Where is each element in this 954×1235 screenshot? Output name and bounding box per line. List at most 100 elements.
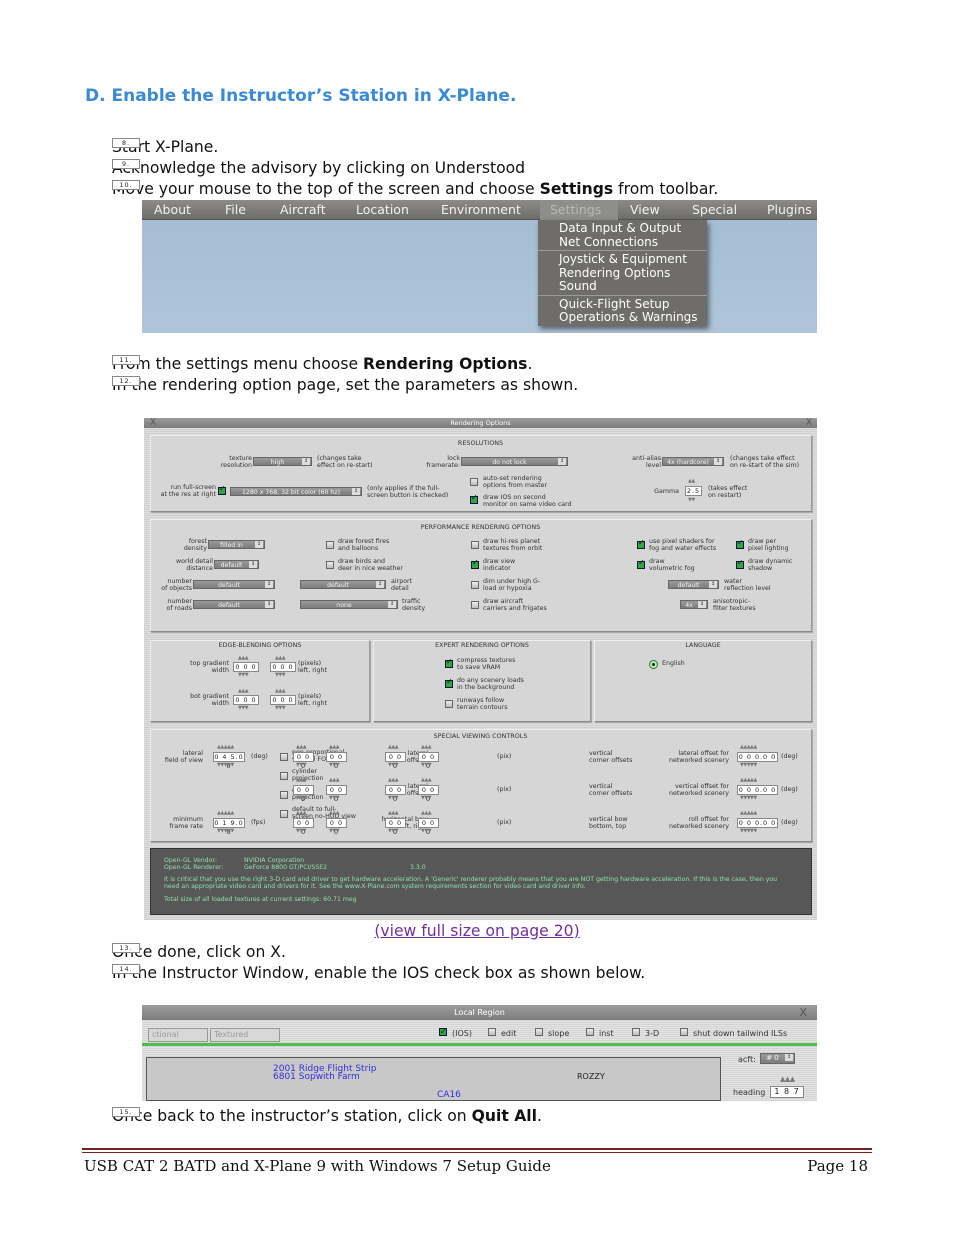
gamma-down-arrows[interactable]: ▼▼ bbox=[688, 498, 695, 503]
menu-item-joystick[interactable]: Joystick & Equipment bbox=[559, 252, 707, 267]
fov-input[interactable]: 0 4 5.0 0 bbox=[213, 752, 245, 770]
close-icon[interactable]: X bbox=[150, 418, 156, 428]
non-proportional-checkbox[interactable] bbox=[280, 753, 288, 761]
offset-input[interactable]: 0 0 0 bbox=[293, 818, 314, 836]
texture-resolution-dropdown[interactable]: high bbox=[253, 457, 312, 466]
dim-g-load-checkbox[interactable] bbox=[471, 581, 479, 589]
traffic-density-dropdown[interactable]: none bbox=[300, 600, 398, 609]
bot-gradient-right-input[interactable]: 0 0 0 bbox=[270, 695, 296, 705]
birds-checkbox[interactable] bbox=[326, 561, 334, 569]
pixel-shaders-checkbox[interactable] bbox=[637, 540, 645, 549]
anisotropic-dropdown[interactable]: 4x bbox=[680, 600, 708, 609]
menu-file[interactable]: File bbox=[225, 202, 246, 217]
gamma-input[interactable]: 2.5 bbox=[685, 486, 702, 496]
compress-textures-checkbox[interactable] bbox=[445, 659, 453, 668]
offset-input[interactable]: 0 0 0 bbox=[293, 785, 314, 803]
offset-input[interactable]: 0 0 0 bbox=[418, 752, 439, 770]
carriers-checkbox[interactable] bbox=[471, 601, 479, 609]
offset-input[interactable]: 0 0 0 bbox=[385, 818, 406, 836]
offset-input[interactable]: 0 0 0 bbox=[385, 752, 406, 770]
sectional-tab[interactable]: ctional bbox=[148, 1028, 208, 1042]
forest-density-dropdown[interactable]: filled in bbox=[208, 540, 265, 549]
no-hud-checkbox[interactable] bbox=[280, 810, 288, 818]
english-radio[interactable] bbox=[649, 660, 658, 669]
forest-fires-checkbox[interactable] bbox=[326, 541, 334, 549]
volumetric-fog-checkbox[interactable] bbox=[637, 560, 645, 569]
menu-item-operations-warnings[interactable]: Operations & Warnings bbox=[559, 310, 707, 325]
section-heading: D. Enable the Instructor’s Station in X-… bbox=[85, 86, 517, 106]
network-offset-input[interactable]: 0 0 0.0 0 bbox=[737, 752, 778, 762]
english-label: English bbox=[662, 660, 685, 667]
draw-ios-checkbox[interactable] bbox=[470, 495, 478, 504]
min-frame-rate-input[interactable]: 0 1 9.0 0 bbox=[213, 818, 245, 836]
runways-follow-checkbox[interactable] bbox=[445, 700, 453, 708]
objects-dropdown[interactable]: default bbox=[193, 580, 275, 589]
fov-label: lateral field of view bbox=[164, 750, 203, 764]
anisotropic-label: anisotropic- filter textures bbox=[713, 598, 756, 612]
offset-input[interactable]: 0 0 0 bbox=[326, 752, 347, 770]
menu-item-rendering-options[interactable]: Rendering Options bbox=[559, 266, 707, 281]
cylinder-checkbox[interactable] bbox=[280, 772, 288, 780]
min-frame-rate-label: minimum frame rate bbox=[169, 816, 203, 830]
offset-input[interactable]: 0 0 0 bbox=[385, 785, 406, 803]
heading-input[interactable]: 1 8 7 bbox=[770, 1086, 804, 1098]
step-14: 14. In the Instructor Window, enable the … bbox=[112, 964, 646, 982]
view-full-size-link[interactable]: (view full size on page 20) bbox=[0, 922, 954, 940]
background-loads-checkbox[interactable] bbox=[445, 679, 453, 688]
dome-checkbox[interactable] bbox=[280, 791, 288, 799]
map-view[interactable]: 2001 Ridge Flight Strip 6801 Sopwith Far… bbox=[146, 1057, 721, 1101]
airport-detail-dropdown[interactable]: default bbox=[300, 580, 386, 589]
top-gradient-right-input[interactable]: 0 0 0 bbox=[270, 662, 296, 672]
lock-framerate-dropdown[interactable]: do not lock bbox=[461, 457, 568, 466]
gamma-up-arrows[interactable]: ▲▲ bbox=[688, 479, 695, 484]
menu-item-sound[interactable]: Sound bbox=[559, 279, 707, 294]
menu-view[interactable]: View bbox=[630, 202, 660, 217]
offset-input[interactable]: 0 0 0 bbox=[418, 785, 439, 803]
performance-header: PERFORMANCE RENDERING OPTIONS bbox=[420, 523, 541, 531]
world-detail-dropdown[interactable]: default bbox=[214, 560, 259, 569]
menu-plugins[interactable]: Plugins bbox=[767, 202, 812, 217]
close-icon[interactable]: X bbox=[799, 1006, 807, 1019]
menu-item-net-connections[interactable]: Net Connections bbox=[559, 235, 707, 250]
view-indicator-checkbox[interactable] bbox=[471, 560, 479, 569]
inst-checkbox[interactable] bbox=[586, 1028, 594, 1036]
menu-location[interactable]: Location bbox=[356, 202, 409, 217]
close-icon[interactable]: X bbox=[806, 418, 812, 428]
dynamic-shadow-checkbox[interactable] bbox=[736, 560, 744, 569]
menu-about[interactable]: About bbox=[154, 202, 191, 217]
menu-special[interactable]: Special bbox=[692, 202, 737, 217]
network-offset-input[interactable]: 0 0 0.0 0 bbox=[737, 818, 778, 828]
bot-gradient-left-input[interactable]: 0 0 0 bbox=[233, 695, 259, 705]
water-reflection-dropdown[interactable]: default bbox=[668, 580, 719, 589]
offset-input[interactable]: 0 0 0 bbox=[293, 752, 314, 770]
auto-set-checkbox[interactable] bbox=[470, 478, 478, 486]
menu-settings[interactable]: Settings bbox=[550, 202, 601, 217]
shut-down-tailwind-ilss-checkbox[interactable] bbox=[680, 1028, 688, 1036]
full-screen-label: run full-screen at the res at right bbox=[160, 484, 216, 498]
ios-checkbox[interactable] bbox=[439, 1027, 447, 1036]
menu-item-data-input-output[interactable]: Data Input & Output bbox=[559, 221, 707, 236]
acft-dropdown[interactable]: # 0 bbox=[760, 1053, 795, 1064]
network-offset-input[interactable]: 0 0 0.0 0 bbox=[737, 785, 778, 795]
top-gradient-left-input[interactable]: 0 0 0 bbox=[233, 662, 259, 672]
textured-tab[interactable]: Textured bbox=[210, 1028, 280, 1042]
offset-input[interactable]: 0 0 0 bbox=[326, 818, 347, 836]
menu-item-quick-flight[interactable]: Quick-Flight Setup bbox=[559, 297, 707, 312]
edit-checkbox[interactable] bbox=[488, 1028, 496, 1036]
resolution-dropdown[interactable]: 1280 x 768, 32 bit color (60 hz) bbox=[230, 487, 362, 496]
offset-input[interactable]: 0 0 0 bbox=[326, 785, 347, 803]
roads-dropdown[interactable]: default bbox=[193, 600, 275, 609]
full-screen-checkbox[interactable] bbox=[218, 486, 226, 495]
hires-planet-checkbox[interactable] bbox=[471, 541, 479, 549]
3-d-checkbox[interactable] bbox=[632, 1028, 640, 1036]
slope-checkbox[interactable] bbox=[535, 1028, 543, 1036]
offset-input[interactable]: 0 0 0 bbox=[418, 818, 439, 836]
pix-unit: (pix) bbox=[497, 753, 512, 760]
menu-environment[interactable]: Environment bbox=[441, 202, 521, 217]
anti-alias-dropdown[interactable]: 4x (hardcore) bbox=[662, 457, 724, 466]
per-pixel-lighting-label: draw per pixel lighting bbox=[748, 538, 789, 552]
menu-aircraft[interactable]: Aircraft bbox=[280, 202, 326, 217]
resolutions-header: RESOLUTIONS bbox=[457, 439, 504, 447]
per-pixel-lighting-checkbox[interactable] bbox=[736, 540, 744, 549]
expert-header: EXPERT RENDERING OPTIONS bbox=[435, 642, 529, 649]
